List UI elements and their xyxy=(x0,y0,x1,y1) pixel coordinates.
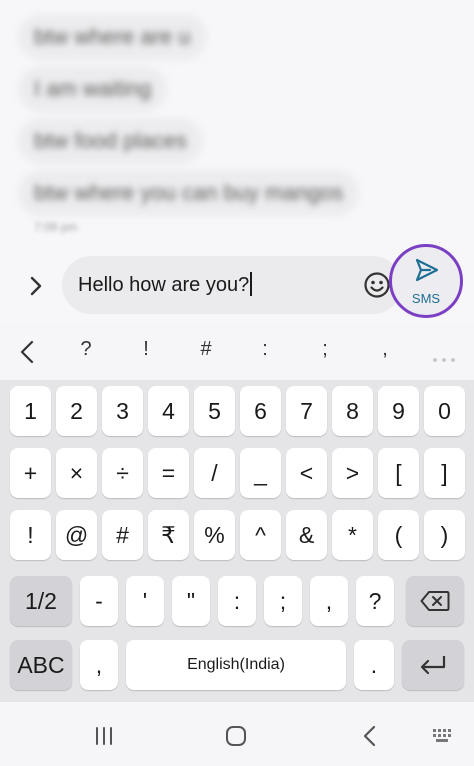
conversation-area: btw where are u I am waiting btw food pl… xyxy=(0,0,474,248)
key-percent[interactable]: % xyxy=(194,510,235,560)
key-9[interactable]: 9 xyxy=(378,386,419,436)
message-timestamp: 7:09 pm xyxy=(34,220,78,234)
symbol-key[interactable]: , xyxy=(365,338,405,361)
key-right-paren[interactable]: ) xyxy=(424,510,465,560)
key-5[interactable]: 5 xyxy=(194,386,235,436)
key-right-bracket[interactable]: ] xyxy=(424,448,465,498)
key-asterisk[interactable]: * xyxy=(332,510,373,560)
send-button[interactable]: SMS xyxy=(389,244,463,318)
symbol-key[interactable]: : xyxy=(245,338,285,361)
message-bubble[interactable]: btw food places xyxy=(18,118,203,164)
key-hash[interactable]: # xyxy=(102,510,143,560)
keyboard-icon xyxy=(433,729,451,742)
key-greater-than[interactable]: > xyxy=(332,448,373,498)
space-bar[interactable]: English(India) xyxy=(126,640,346,690)
key-divide[interactable]: ÷ xyxy=(102,448,143,498)
key-period[interactable]: . xyxy=(354,640,394,690)
keyboard-switch-button[interactable] xyxy=(432,728,454,744)
key-6[interactable]: 6 xyxy=(240,386,281,436)
smiley-icon xyxy=(364,272,390,298)
key-left-paren[interactable]: ( xyxy=(378,510,419,560)
key-rupee[interactable]: ₹ xyxy=(148,510,189,560)
key-slash[interactable]: / xyxy=(194,448,235,498)
key-0[interactable]: 0 xyxy=(424,386,465,436)
symbol-key[interactable]: ! xyxy=(126,338,166,361)
key-less-than[interactable]: < xyxy=(286,448,327,498)
enter-icon xyxy=(420,656,446,675)
text-cursor xyxy=(250,272,252,296)
backspace-icon xyxy=(420,591,450,611)
key-ampersand[interactable]: & xyxy=(286,510,327,560)
symbol-suggestion-strip: ? ! # : ; , xyxy=(0,324,474,380)
message-bubble[interactable]: I am waiting xyxy=(18,66,168,112)
back-nav-button[interactable] xyxy=(358,724,382,748)
keyboard: 1 2 3 4 5 6 7 8 9 0 + × ÷ = / _ < > [ ] … xyxy=(0,380,474,702)
chevron-right-icon xyxy=(30,276,42,296)
space-bar-label: English(India) xyxy=(187,656,285,673)
recent-apps-button[interactable] xyxy=(92,724,116,748)
key-comma[interactable]: , xyxy=(310,576,348,626)
key-colon[interactable]: : xyxy=(218,576,256,626)
key-quote[interactable]: " xyxy=(172,576,210,626)
key-3[interactable]: 3 xyxy=(102,386,143,436)
key-equals[interactable]: = xyxy=(148,448,189,498)
send-label: SMS xyxy=(411,291,441,306)
symbol-key[interactable]: ? xyxy=(66,338,106,361)
key-hyphen[interactable]: - xyxy=(80,576,118,626)
key-multiply[interactable]: × xyxy=(56,448,97,498)
enter-button[interactable] xyxy=(402,640,464,690)
key-2[interactable]: 2 xyxy=(56,386,97,436)
recent-apps-icon xyxy=(96,727,112,745)
message-bubble[interactable]: btw where are u xyxy=(18,14,207,60)
message-input[interactable]: Hello how are you? xyxy=(62,256,402,314)
send-icon xyxy=(415,258,439,282)
key-abc[interactable]: ABC xyxy=(10,640,72,690)
key-8[interactable]: 8 xyxy=(332,386,373,436)
message-bubble[interactable]: btw where you can buy mangos xyxy=(18,170,360,216)
key-at[interactable]: @ xyxy=(56,510,97,560)
back-icon xyxy=(363,725,376,747)
key-underscore[interactable]: _ xyxy=(240,448,281,498)
backspace-button[interactable] xyxy=(406,576,464,626)
key-semicolon[interactable]: ; xyxy=(264,576,302,626)
emoji-button[interactable] xyxy=(362,270,392,300)
key-exclamation[interactable]: ! xyxy=(10,510,51,560)
message-input-text: Hello how are you? xyxy=(78,272,252,297)
key-apostrophe[interactable]: ' xyxy=(126,576,164,626)
key-7[interactable]: 7 xyxy=(286,386,327,436)
key-1[interactable]: 1 xyxy=(10,386,51,436)
home-button[interactable] xyxy=(224,724,248,748)
symbol-key[interactable]: # xyxy=(186,338,226,361)
more-icon[interactable] xyxy=(432,350,456,362)
key-comma-bottom[interactable]: , xyxy=(80,640,118,690)
key-4[interactable]: 4 xyxy=(148,386,189,436)
navigation-bar xyxy=(0,702,474,766)
key-left-bracket[interactable]: [ xyxy=(378,448,419,498)
back-button[interactable] xyxy=(14,338,42,366)
key-question[interactable]: ? xyxy=(356,576,394,626)
home-icon xyxy=(226,726,246,746)
key-plus[interactable]: + xyxy=(10,448,51,498)
expand-options-button[interactable] xyxy=(22,272,50,300)
key-caret[interactable]: ^ xyxy=(240,510,281,560)
symbol-key[interactable]: ; xyxy=(305,338,345,361)
chevron-left-icon xyxy=(20,340,34,364)
key-page-toggle[interactable]: 1/2 xyxy=(10,576,72,626)
